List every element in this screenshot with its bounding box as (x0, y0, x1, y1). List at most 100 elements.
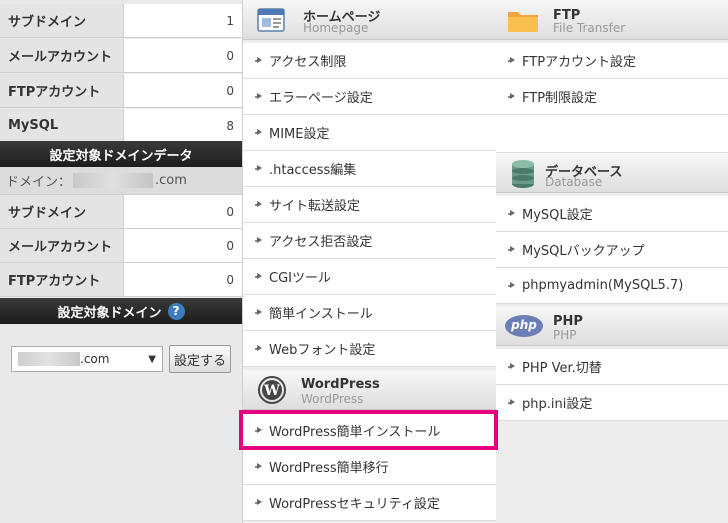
target-domain-row: ドメイン： .com (0, 167, 242, 195)
menu-label: FTP制限設定 (522, 91, 598, 106)
target-stat-row-mail: メールアカウント 0 (0, 229, 242, 263)
menu-ftp-account[interactable]: FTPアカウント設定 (496, 43, 728, 79)
menu-wordpress-easy-install[interactable]: WordPress簡単インストール (243, 413, 496, 449)
domain-select-area: .com ▼ 設定する (0, 326, 242, 523)
bullet-arrow-icon (508, 92, 517, 101)
menu-label: MySQL設定 (522, 208, 593, 223)
menu-label: .htaccess編集 (269, 163, 357, 178)
stat-row-ftp: FTPアカウント 0 (0, 74, 242, 108)
menu-label: アクセス拒否設定 (269, 235, 373, 250)
menu-label: WordPress簡単インストール (269, 425, 441, 440)
stat-row-mail: メールアカウント 0 (0, 39, 242, 73)
domain-select[interactable]: .com ▼ (11, 346, 163, 372)
wordpress-icon: W (258, 376, 286, 404)
php-subtitle: PHP (553, 328, 577, 342)
stat-value: 0 (124, 229, 242, 262)
menu-mysql-backup[interactable]: MySQLバックアップ (496, 232, 728, 268)
menu-wordpress-easy-migrate[interactable]: WordPress簡単移行 (243, 449, 496, 485)
bullet-arrow-icon (255, 56, 264, 65)
menu-cgi-tools[interactable]: CGIツール (243, 259, 496, 295)
left-sidebar: サブドメイン 1 メールアカウント 0 FTPアカウント 0 MySQL 8 設… (0, 0, 242, 523)
bullet-arrow-icon (508, 56, 517, 65)
stat-value: 8 (124, 109, 242, 142)
ftp-db-php-column: FTP File Transfer FTPアカウント設定 FTP制限設定 データ… (496, 0, 728, 523)
empty-row (496, 115, 728, 153)
php-section-header: php PHP PHP (496, 306, 728, 346)
ftp-section-header: FTP File Transfer (496, 0, 728, 40)
stat-label: サブドメイン (0, 4, 124, 37)
stat-label: FTPアカウント (0, 74, 124, 107)
php-icon-text: php (511, 318, 537, 332)
set-domain-button[interactable]: 設定する (169, 345, 231, 373)
bullet-arrow-icon (255, 308, 264, 317)
menu-label: サイト転送設定 (269, 199, 361, 214)
bullet-arrow-icon (508, 245, 517, 254)
menu-wordpress-security[interactable]: WordPressセキュリティ設定 (243, 485, 496, 521)
stat-value: 0 (124, 74, 242, 107)
stat-label: メールアカウント (0, 39, 124, 72)
php-title: PHP (553, 314, 583, 329)
menu-label: MIME設定 (269, 127, 330, 142)
menu-htaccess[interactable]: .htaccess編集 (243, 151, 496, 187)
homepage-section-header: ホームページ Homepage (243, 0, 496, 40)
database-icon (512, 160, 534, 188)
menu-label: WordPressセキュリティ設定 (269, 497, 440, 512)
stat-row-subdomain: サブドメイン 1 (0, 4, 242, 38)
ftp-subtitle: File Transfer (553, 21, 626, 35)
menu-label: 簡単インストール (269, 307, 373, 322)
masked-domain (73, 173, 154, 188)
menu-web-font[interactable]: Webフォント設定 (243, 331, 496, 367)
stat-value: 0 (124, 195, 242, 228)
menu-label: WordPress簡単移行 (269, 461, 389, 476)
menu-php-version[interactable]: PHP Ver.切替 (496, 349, 728, 385)
menu-easy-install[interactable]: 簡単インストール (243, 295, 496, 331)
menu-error-page[interactable]: エラーページ設定 (243, 79, 496, 115)
homepage-subtitle: Homepage (303, 21, 369, 35)
bullet-arrow-icon (255, 426, 264, 435)
menu-label: エラーページ設定 (269, 91, 373, 106)
bullet-arrow-icon (508, 281, 517, 290)
target-stat-row-ftp: FTPアカウント 0 (0, 263, 242, 297)
stat-value: 1 (124, 4, 242, 37)
menu-mime[interactable]: MIME設定 (243, 115, 496, 151)
stat-row-mysql: MySQL 8 (0, 109, 242, 143)
stat-label: サブドメイン (0, 195, 124, 228)
bullet-arrow-icon (255, 128, 264, 137)
database-section-header: データベース Database (496, 153, 728, 193)
bullet-arrow-icon (255, 462, 264, 471)
dropdown-arrow-icon: ▼ (148, 353, 156, 365)
menu-ftp-restriction[interactable]: FTP制限設定 (496, 79, 728, 115)
bullet-arrow-icon (255, 92, 264, 101)
bullet-arrow-icon (508, 398, 517, 407)
bullet-arrow-icon (255, 272, 264, 281)
folder-icon (508, 12, 538, 32)
masked-domain (18, 352, 80, 366)
help-icon[interactable]: ? (167, 302, 185, 320)
bullet-arrow-icon (255, 236, 264, 245)
target-domain-data-header: 設定対象ドメインデータ (0, 141, 242, 167)
menu-access-deny[interactable]: アクセス拒否設定 (243, 223, 496, 259)
bullet-arrow-icon (255, 164, 264, 173)
stat-label: メールアカウント (0, 229, 124, 262)
menu-label: PHP Ver.切替 (522, 361, 602, 376)
database-subtitle: Database (545, 175, 603, 189)
menu-label: CGIツール (269, 271, 331, 286)
menu-access-restriction[interactable]: アクセス制限 (243, 43, 496, 79)
menu-label: MySQLバックアップ (522, 244, 645, 259)
menu-phpmyadmin[interactable]: phpmyadmin(MySQL5.7) (496, 268, 728, 304)
domain-label: ドメイン： (6, 175, 72, 190)
menu-label: アクセス制限 (269, 55, 347, 70)
wordpress-section-header: W WordPress WordPress (243, 370, 496, 410)
target-domain-title: 設定対象ドメイン (57, 305, 162, 321)
stat-label: MySQL (0, 109, 124, 142)
homepage-icon (257, 8, 285, 32)
bullet-arrow-icon (255, 200, 264, 209)
stat-value: 0 (124, 39, 242, 72)
menu-site-redirect[interactable]: サイト転送設定 (243, 187, 496, 223)
menu-mysql-settings[interactable]: MySQL設定 (496, 196, 728, 232)
target-domain-header: 設定対象ドメイン ? (0, 298, 242, 324)
domain-select-suffix: .com (80, 352, 110, 366)
menu-label: FTPアカウント設定 (522, 55, 637, 70)
menu-label: php.ini設定 (522, 397, 593, 412)
menu-php-ini[interactable]: php.ini設定 (496, 385, 728, 421)
